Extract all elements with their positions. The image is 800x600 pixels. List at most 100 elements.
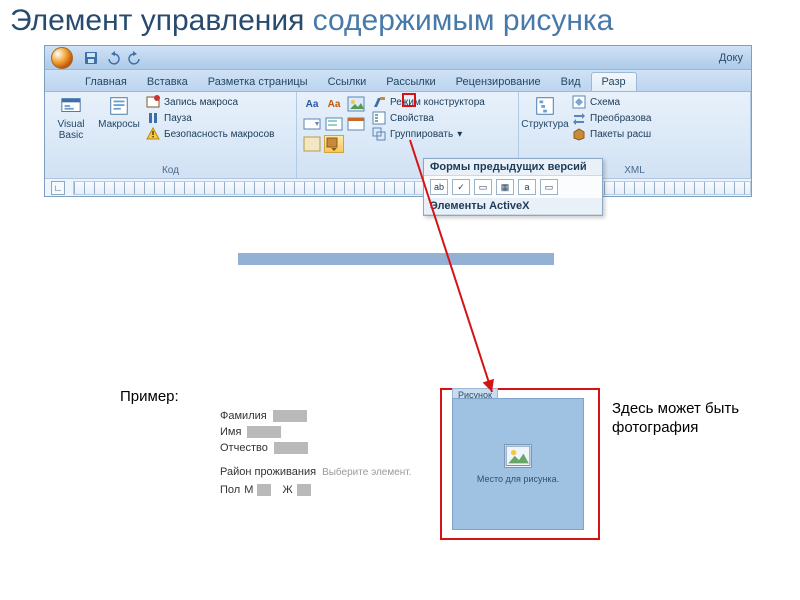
group-code-label: Код: [50, 164, 291, 177]
tab-mailings[interactable]: Рассылки: [376, 73, 445, 91]
empty-cell: [346, 135, 366, 153]
macro-security-button[interactable]: Безопасность макросов: [146, 127, 275, 141]
transforms-label: Преобразова: [590, 113, 651, 124]
visual-basic-icon: [60, 95, 82, 117]
tab-home[interactable]: Главная: [75, 73, 137, 91]
building-block-control-button[interactable]: [302, 135, 322, 153]
ribbon-body: Visual Basic Макросы Запись макроса: [45, 92, 751, 178]
document-header-bar: [238, 253, 554, 265]
gender-m-label: М: [244, 484, 253, 496]
pause-label: Пауза: [164, 113, 192, 124]
picture-placeholder-icon: [504, 444, 532, 468]
rich-text-control-button[interactable]: Aa: [302, 95, 322, 113]
tab-view[interactable]: Вид: [551, 73, 591, 91]
field-region-label: Район проживания: [220, 466, 316, 478]
field-firstname-input[interactable]: [247, 426, 281, 438]
slide-title: Элемент управления содержимым рисунка: [0, 0, 800, 39]
plain-text-control-button[interactable]: Aa: [324, 95, 344, 113]
record-macro-button[interactable]: Запись макроса: [146, 95, 275, 109]
field-patronymic-label: Отчество: [220, 442, 268, 454]
example-label: Пример:: [120, 388, 179, 405]
horizontal-ruler: ∟: [45, 178, 751, 196]
legacy-shading-button[interactable]: a: [518, 179, 536, 195]
dropdown-section-legacy-forms: Формы предыдущих версий: [424, 159, 602, 176]
office-button[interactable]: [51, 47, 73, 69]
transforms-button[interactable]: Преобразова: [572, 111, 651, 125]
pause-recording-button[interactable]: Пауза: [146, 111, 275, 125]
undo-icon[interactable]: [105, 50, 121, 66]
macro-security-label: Безопасность макросов: [164, 129, 275, 140]
schema-label: Схема: [590, 97, 620, 108]
gender-m-checkbox[interactable]: [257, 484, 271, 496]
macros-icon: [108, 95, 130, 117]
gender-f-checkbox[interactable]: [297, 484, 311, 496]
legacy-tools-dropdown: Формы предыдущих версий ab ✓ ▭ ▦ a ▭ Эле…: [423, 158, 603, 216]
tab-page-layout[interactable]: Разметка страницы: [198, 73, 318, 91]
design-mode-icon: [372, 95, 386, 109]
field-gender-row: Пол М Ж: [220, 484, 412, 496]
expansion-packs-button[interactable]: Пакеты расш: [572, 127, 651, 141]
field-region-placeholder[interactable]: Выберите элемент.: [322, 467, 411, 478]
structure-label: Структура: [521, 119, 568, 130]
picture-content-control[interactable]: Место для рисунка.: [452, 398, 584, 530]
legacy-text-field-button[interactable]: ab: [430, 179, 448, 195]
group-control-button[interactable]: Группировать ▾: [372, 127, 485, 141]
tab-references[interactable]: Ссылки: [318, 73, 377, 91]
field-lastname-row: Фамилия: [220, 410, 412, 422]
macros-label: Макросы: [98, 119, 140, 130]
field-patronymic-input[interactable]: [274, 442, 308, 454]
visual-basic-label: Visual Basic: [57, 119, 84, 141]
combo-box-control-button[interactable]: [302, 115, 322, 133]
annotation-text: Здесь может быть фотография: [612, 400, 752, 438]
tab-insert[interactable]: Вставка: [137, 73, 198, 91]
title-prefix: Элемент управления: [10, 4, 313, 37]
warning-icon: [146, 127, 160, 141]
visual-basic-button[interactable]: Visual Basic: [50, 95, 92, 141]
field-firstname-label: Имя: [220, 426, 241, 438]
legacy-tools-button[interactable]: [324, 135, 344, 153]
redo-icon[interactable]: [127, 50, 143, 66]
macros-button[interactable]: Макросы: [98, 95, 140, 130]
title-accent: содержимым рисунка: [313, 4, 614, 37]
legacy-checkbox-button[interactable]: ✓: [452, 179, 470, 195]
pause-icon: [146, 111, 160, 125]
structure-icon: [534, 95, 556, 117]
legacy-reset-button[interactable]: ▭: [540, 179, 558, 195]
field-lastname-label: Фамилия: [220, 410, 267, 422]
controls-gallery: Aa Aa: [302, 95, 366, 153]
structure-button[interactable]: Структура: [524, 95, 566, 130]
field-gender-label: Пол: [220, 484, 240, 496]
field-lastname-input[interactable]: [273, 410, 307, 422]
properties-button[interactable]: Свойства: [372, 111, 485, 125]
window-title-fragment: Доку: [719, 52, 745, 64]
ruler-scale: [73, 181, 751, 195]
legacy-frame-button[interactable]: ▦: [496, 179, 514, 195]
picture-control-button[interactable]: [346, 95, 366, 113]
dropdown-list-control-button[interactable]: [324, 115, 344, 133]
schema-button[interactable]: Схема: [572, 95, 651, 109]
design-mode-button[interactable]: Режим конструктора: [372, 95, 485, 109]
group-code: Visual Basic Макросы Запись макроса: [45, 92, 297, 178]
properties-icon: [372, 111, 386, 125]
word-ribbon-screenshot: Доку Главная Вставка Разметка страницы С…: [44, 45, 752, 197]
group-control-label: Группировать: [390, 129, 453, 140]
quick-access-toolbar: Доку: [45, 46, 751, 70]
ruler-tab-selector[interactable]: ∟: [51, 181, 65, 195]
date-picker-control-button[interactable]: [346, 115, 366, 133]
tab-review[interactable]: Рецензирование: [446, 73, 551, 91]
record-macro-label: Запись макроса: [164, 97, 238, 108]
legacy-forms-row: ab ✓ ▭ ▦ a ▭: [424, 176, 602, 198]
design-mode-label: Режим конструктора: [390, 97, 485, 108]
package-icon: [572, 127, 586, 141]
legacy-dropdown-button[interactable]: ▭: [474, 179, 492, 195]
gender-f-label: Ж: [282, 484, 292, 496]
save-icon[interactable]: [83, 50, 99, 66]
dropdown-section-activex: Элементы ActiveX: [424, 198, 602, 215]
tab-developer[interactable]: Разр: [591, 72, 637, 91]
record-macro-icon: [146, 95, 160, 109]
callout-highlight-picture: Рисунок Место для рисунка.: [440, 388, 600, 540]
group-icon: [372, 127, 386, 141]
packages-label: Пакеты расш: [590, 129, 651, 140]
schema-icon: [572, 95, 586, 109]
field-firstname-row: Имя: [220, 426, 412, 438]
